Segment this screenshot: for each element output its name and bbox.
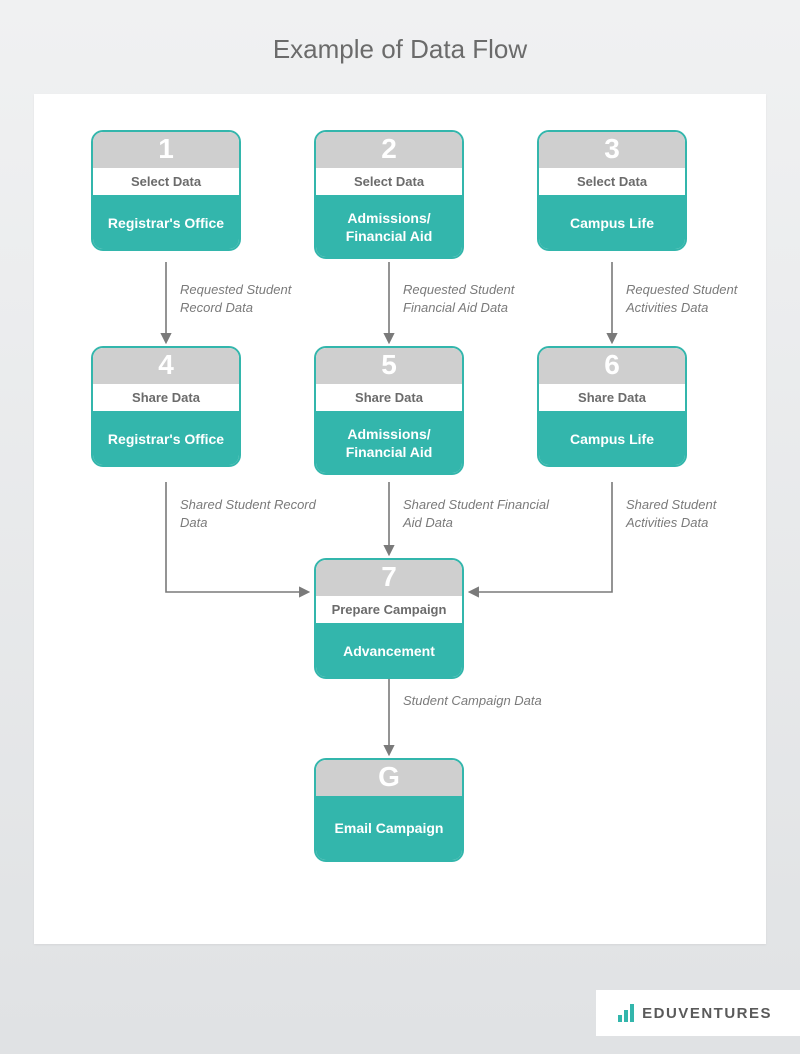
page-title: Example of Data Flow <box>0 0 800 65</box>
node-action: Share Data <box>93 384 239 413</box>
node-body: Admissions/ Financial Aid <box>316 197 462 257</box>
node-5: 5 Share Data Admissions/ Financial Aid <box>314 346 464 475</box>
edge-label-3-6: Requested Student Activities Data <box>626 281 766 316</box>
node-body: Email Campaign <box>316 796 462 860</box>
node-body: Campus Life <box>539 197 685 249</box>
node-number: 2 <box>316 132 462 168</box>
node-number: 7 <box>316 560 462 596</box>
edge-label-5-7: Shared Student Financial Aid Data <box>403 496 553 531</box>
logo-text: EDUVENTURES <box>642 1005 772 1022</box>
node-body: Admissions/ Financial Aid <box>316 413 462 473</box>
node-body: Registrar's Office <box>93 197 239 249</box>
node-number: 6 <box>539 348 685 384</box>
node-action: Select Data <box>93 168 239 197</box>
diagram-panel: 1 Select Data Registrar's Office 2 Selec… <box>34 94 766 944</box>
node-action: Prepare Campaign <box>316 596 462 625</box>
node-action: Select Data <box>539 168 685 197</box>
node-2: 2 Select Data Admissions/ Financial Aid <box>314 130 464 259</box>
node-action: Share Data <box>316 384 462 413</box>
node-number: 4 <box>93 348 239 384</box>
node-number: 3 <box>539 132 685 168</box>
node-goal: G Email Campaign <box>314 758 464 862</box>
edge-label-4-7: Shared Student Record Data <box>180 496 320 531</box>
node-7: 7 Prepare Campaign Advancement <box>314 558 464 679</box>
node-6: 6 Share Data Campus Life <box>537 346 687 467</box>
node-1: 1 Select Data Registrar's Office <box>91 130 241 251</box>
node-number: 5 <box>316 348 462 384</box>
node-action: Select Data <box>316 168 462 197</box>
node-body: Advancement <box>316 625 462 677</box>
edge-label-2-5: Requested Student Financial Aid Data <box>403 281 553 316</box>
node-number: G <box>316 760 462 796</box>
node-body: Registrar's Office <box>93 413 239 465</box>
edge-label-7-g: Student Campaign Data <box>403 692 543 710</box>
edge-label-1-4: Requested Student Record Data <box>180 281 320 316</box>
node-body: Campus Life <box>539 413 685 465</box>
node-number: 1 <box>93 132 239 168</box>
node-3: 3 Select Data Campus Life <box>537 130 687 251</box>
node-action: Share Data <box>539 384 685 413</box>
node-4: 4 Share Data Registrar's Office <box>91 346 241 467</box>
logo: EDUVENTURES <box>596 990 800 1036</box>
edge-label-6-7: Shared Student Activities Data <box>626 496 766 531</box>
logo-bars-icon <box>618 1004 634 1022</box>
